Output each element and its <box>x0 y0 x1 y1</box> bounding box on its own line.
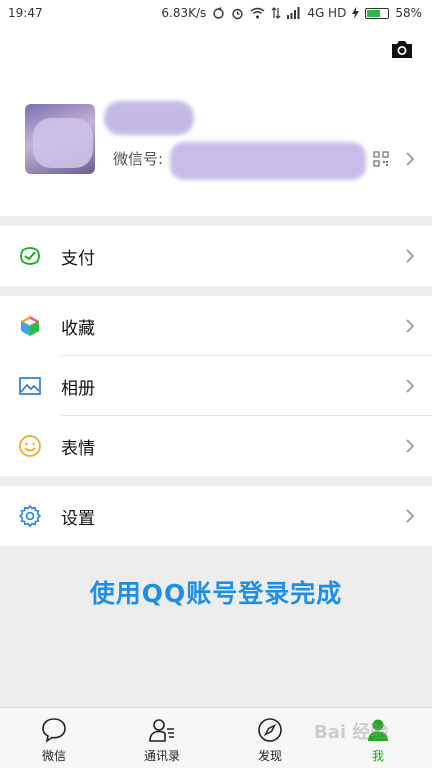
tab-label-me: 我 <box>371 749 384 763</box>
wechat-id-redacted <box>170 142 366 180</box>
menu-label-settings: 设置 <box>61 508 95 529</box>
login-complete-message: 使用QQ账号登录完成 <box>89 579 343 608</box>
camera-icon[interactable] <box>390 38 414 60</box>
menu-item-pay[interactable]: 支付 <box>0 226 432 286</box>
profile-header[interactable]: 微信号: <box>0 26 432 216</box>
tab-label-discover: 发现 <box>257 749 282 763</box>
smiley-icon <box>19 435 41 457</box>
tab-discover[interactable]: 发现 <box>216 708 324 768</box>
menu-label-favorites: 收藏 <box>61 318 95 339</box>
gear-icon <box>18 504 42 528</box>
content-group: 收藏 相册 表情 <box>0 296 432 476</box>
menu-item-favorites[interactable]: 收藏 <box>0 296 432 356</box>
sync-icon <box>213 6 225 19</box>
tab-me[interactable]: 我 <box>324 708 432 768</box>
net-speed: 6.83K/s <box>161 6 207 20</box>
tab-chats[interactable]: 微信 <box>0 708 108 768</box>
chevron-right-icon <box>406 249 415 263</box>
chevron-right-icon <box>406 509 415 523</box>
alarm-icon <box>232 8 244 19</box>
charging-bolt-icon <box>352 7 360 19</box>
wechat-id-label: 微信号: <box>113 150 164 168</box>
nickname-redacted <box>104 101 194 135</box>
network-type: 4G HD <box>307 6 347 20</box>
status-time: 19:47 <box>8 6 43 20</box>
tab-label-chats: 微信 <box>41 749 66 763</box>
tab-bar: 微信 通讯录 发现 我 <box>0 707 432 768</box>
data-transfer-icon <box>271 7 281 19</box>
signal-icon <box>287 7 300 19</box>
battery-percent: 58% <box>395 6 422 20</box>
chevron-right-icon[interactable] <box>404 150 416 168</box>
contacts-icon <box>149 719 174 742</box>
cube-icon <box>21 316 39 336</box>
menu-label-stickers: 表情 <box>61 438 95 459</box>
menu-label-album: 相册 <box>61 378 95 399</box>
menu-item-album[interactable]: 相册 <box>0 356 432 416</box>
chevron-right-icon <box>406 379 415 393</box>
qr-code-icon[interactable] <box>373 151 389 167</box>
person-icon <box>368 719 388 741</box>
chevron-right-icon <box>406 319 415 333</box>
chat-bubble-icon <box>42 718 66 743</box>
chevron-right-icon <box>406 439 415 453</box>
compass-icon <box>258 718 282 742</box>
menu-item-settings[interactable]: 设置 <box>0 486 432 546</box>
tab-label-contacts: 通讯录 <box>143 749 180 763</box>
status-indicators: 6.83K/s 4G HD 58% <box>161 6 422 20</box>
menu-item-stickers[interactable]: 表情 <box>0 416 432 476</box>
pay-group: 支付 <box>0 226 432 286</box>
menu-label-pay: 支付 <box>61 248 95 269</box>
tab-contacts[interactable]: 通讯录 <box>108 708 216 768</box>
avatar[interactable] <box>25 104 95 174</box>
image-icon <box>19 377 41 395</box>
wallet-check-icon <box>20 247 40 265</box>
wifi-icon <box>250 7 265 19</box>
battery-icon <box>365 7 390 19</box>
status-bar: 19:47 6.83K/s 4G HD 58% <box>0 0 432 26</box>
settings-group: 设置 <box>0 486 432 546</box>
